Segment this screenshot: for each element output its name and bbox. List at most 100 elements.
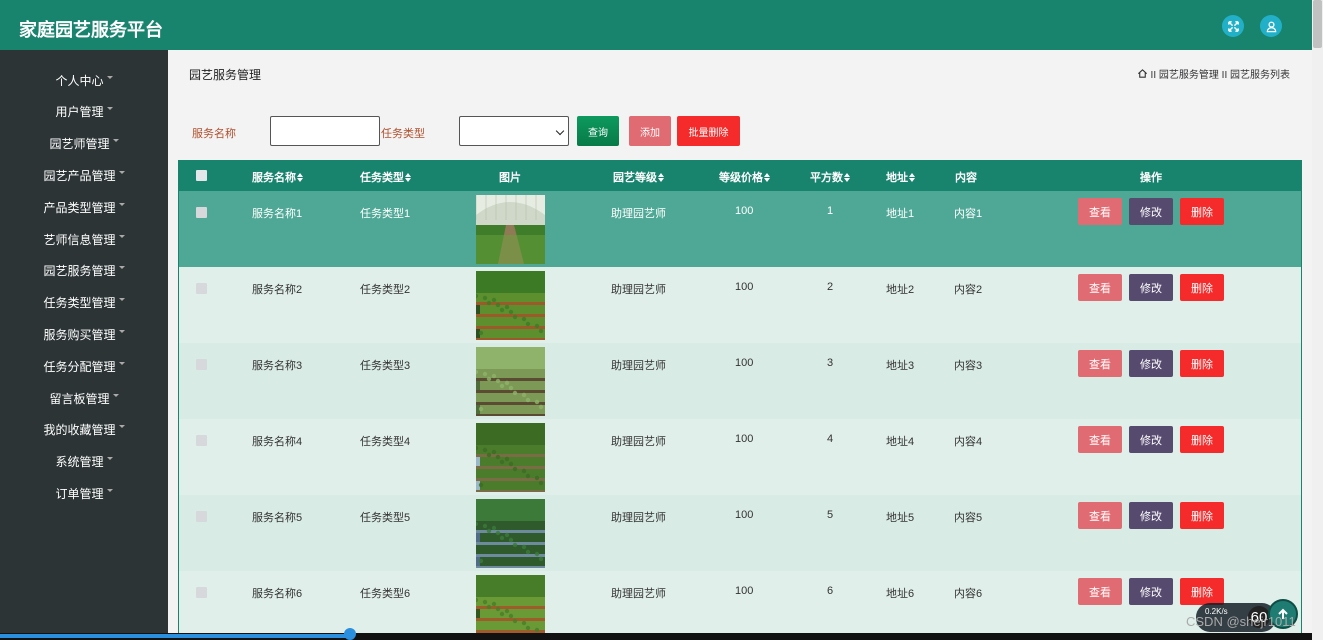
cell-area: 1 <box>827 205 834 217</box>
select-all-checkbox[interactable] <box>196 170 207 181</box>
caret-down-icon <box>106 457 113 461</box>
cell-task-type: 任务类型4 <box>360 436 411 448</box>
sidebar-item[interactable]: 个人中心 <box>0 68 168 92</box>
delete-button[interactable]: 删除 <box>1180 502 1224 529</box>
task-type-select[interactable] <box>459 116 569 146</box>
table-row[interactable]: 服务名称3 任务类型3 助理园艺师 100 3 地址3 内容3 查看 修改 删除 <box>179 343 1301 419</box>
page-scrollbar[interactable] <box>1312 0 1323 640</box>
sidebar-item[interactable]: 留言板管理 <box>0 386 168 410</box>
edit-button[interactable]: 修改 <box>1129 578 1173 605</box>
edit-button[interactable]: 修改 <box>1129 274 1173 301</box>
cell-task-type: 任务类型5 <box>360 512 411 524</box>
caret-down-icon <box>118 329 125 333</box>
table-row[interactable]: 服务名称5 任务类型5 助理园艺师 100 5 地址5 内容5 查看 修改 删除 <box>179 495 1301 571</box>
chevron-down-icon <box>555 126 565 136</box>
service-image <box>476 347 545 416</box>
row-checkbox[interactable] <box>196 587 207 598</box>
edit-button[interactable]: 修改 <box>1129 350 1173 377</box>
view-button[interactable]: 查看 <box>1078 198 1122 225</box>
sidebar-item[interactable]: 我的收藏管理 <box>0 418 168 442</box>
page-title: 园艺服务管理 <box>189 68 262 82</box>
view-button[interactable]: 查看 <box>1078 578 1122 605</box>
caret-down-icon <box>118 234 125 238</box>
add-button[interactable]: 添加 <box>629 116 671 146</box>
view-button[interactable]: 查看 <box>1078 426 1122 453</box>
view-button[interactable]: 查看 <box>1078 502 1122 529</box>
sidebar-item[interactable]: 用户管理 <box>0 100 168 124</box>
row-checkbox[interactable] <box>196 511 207 522</box>
table-row[interactable]: 服务名称1 任务类型1 助理园艺师 100 1 地址1 内容1 查看 修改 删除 <box>179 191 1301 267</box>
caret-down-icon <box>118 425 125 429</box>
cell-address: 地址6 <box>886 588 915 600</box>
service-thumbnail <box>476 575 545 640</box>
batch-delete-button[interactable]: 批量删除 <box>677 116 740 146</box>
sidebar-item[interactable]: 订单管理 <box>0 481 168 505</box>
table-row[interactable]: 服务名称4 任务类型4 助理园艺师 100 4 地址4 内容4 查看 修改 删除 <box>179 419 1301 495</box>
th-address[interactable]: 地址 <box>886 169 915 185</box>
delete-button[interactable]: 删除 <box>1180 350 1224 377</box>
cell-price: 100 <box>735 281 754 293</box>
watermark: CSDN @shejr1011 <box>1186 614 1296 629</box>
delete-button[interactable]: 删除 <box>1180 578 1224 605</box>
sidebar-item-label: 园艺服务管理 <box>43 264 116 279</box>
cell-task-type: 任务类型3 <box>360 360 411 372</box>
edit-button[interactable]: 修改 <box>1129 426 1173 453</box>
cell-price: 100 <box>735 509 754 521</box>
th-service-name[interactable]: 服务名称 <box>252 169 303 185</box>
row-checkbox[interactable] <box>196 359 207 370</box>
cell-level: 助理园艺师 <box>611 512 666 524</box>
breadcrumb-path[interactable]: II 园艺服务管理 II 园艺服务列表 <box>1151 66 1290 81</box>
service-image <box>476 499 545 568</box>
cell-level: 助理园艺师 <box>611 284 666 296</box>
edit-button[interactable]: 修改 <box>1129 198 1173 225</box>
cell-area: 5 <box>827 509 834 521</box>
th-area[interactable]: 平方数 <box>810 169 850 185</box>
edit-button[interactable]: 修改 <box>1129 502 1173 529</box>
home-icon[interactable] <box>1137 68 1148 79</box>
sidebar-item-label: 我的收藏管理 <box>43 423 116 438</box>
service-name-input[interactable] <box>270 116 380 146</box>
delete-button[interactable]: 删除 <box>1180 426 1224 453</box>
query-button[interactable]: 查询 <box>577 116 619 146</box>
sidebar-item[interactable]: 任务分配管理 <box>0 354 168 378</box>
sidebar-item[interactable]: 服务购买管理 <box>0 322 168 346</box>
scrollbar-thumb[interactable] <box>1313 0 1322 48</box>
row-checkbox[interactable] <box>196 435 207 446</box>
view-button[interactable]: 查看 <box>1078 350 1122 377</box>
th-image: 图片 <box>499 172 521 184</box>
row-checkbox[interactable] <box>196 207 207 218</box>
cell-service-name: 服务名称4 <box>252 436 303 448</box>
th-level[interactable]: 园艺等级 <box>613 169 664 185</box>
user-icon[interactable] <box>1260 15 1282 37</box>
service-table: 服务名称 任务类型 图片 园艺等级 等级价格 平方数 地址 内容 操作 服务名称… <box>178 160 1302 640</box>
cell-level: 助理园艺师 <box>611 208 666 220</box>
cell-level: 助理园艺师 <box>611 436 666 448</box>
sort-icon <box>909 173 915 182</box>
delete-button[interactable]: 删除 <box>1180 274 1224 301</box>
sidebar-item[interactable]: 产品类型管理 <box>0 195 168 219</box>
caret-down-icon <box>118 170 125 174</box>
sort-icon <box>297 173 303 182</box>
sidebar-item[interactable]: 系统管理 <box>0 450 168 474</box>
table-row[interactable]: 服务名称2 任务类型2 助理园艺师 100 2 地址2 内容2 查看 修改 删除 <box>179 267 1301 343</box>
cell-content: 内容5 <box>954 512 983 524</box>
th-price[interactable]: 等级价格 <box>719 169 770 185</box>
cell-price: 100 <box>735 585 754 597</box>
sort-icon <box>764 173 770 182</box>
cell-content: 内容2 <box>954 284 983 296</box>
view-button[interactable]: 查看 <box>1078 274 1122 301</box>
sidebar-item[interactable]: 园艺产品管理 <box>0 163 168 187</box>
cell-area: 3 <box>827 357 834 369</box>
caret-down-icon <box>106 488 113 492</box>
row-checkbox[interactable] <box>196 283 207 294</box>
service-image <box>476 271 545 340</box>
fullscreen-icon[interactable] <box>1222 15 1244 37</box>
sidebar-item[interactable]: 任务类型管理 <box>0 291 168 315</box>
sidebar-item[interactable]: 艺师信息管理 <box>0 227 168 251</box>
th-actions: 操作 <box>1140 172 1162 184</box>
th-task-type[interactable]: 任务类型 <box>360 169 411 185</box>
sidebar-item[interactable]: 园艺师管理 <box>0 132 168 156</box>
cell-area: 2 <box>827 281 834 293</box>
delete-button[interactable]: 删除 <box>1180 198 1224 225</box>
sidebar-item[interactable]: 园艺服务管理 <box>0 259 168 283</box>
